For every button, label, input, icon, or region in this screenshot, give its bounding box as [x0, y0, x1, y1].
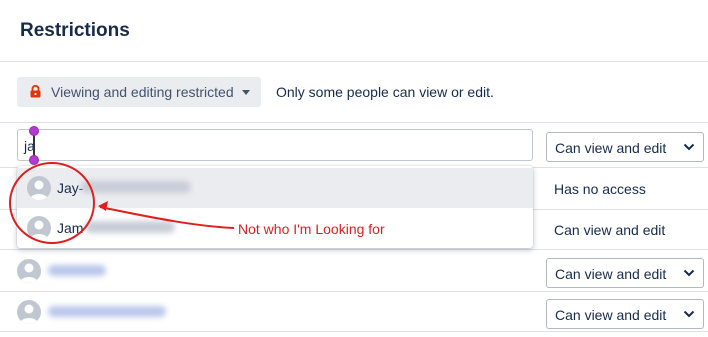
dialog-header: Restrictions — [0, 0, 708, 62]
annotation-label: Not who I'm Looking for — [238, 221, 385, 237]
user-avatar — [17, 259, 41, 283]
suggestion-name: Jam — [57, 220, 84, 236]
chevron-down-icon — [683, 143, 695, 151]
selection-handle-bottom[interactable] — [29, 155, 39, 165]
permission-select-value: Can view and edit — [555, 140, 667, 156]
permission-select-value: Can view and edit — [555, 266, 667, 282]
redacted-name-text — [85, 221, 175, 233]
restriction-description: Only some people can view or edit. — [276, 84, 494, 100]
redacted-user-name — [48, 306, 166, 317]
restriction-mode-dropdown[interactable]: Viewing and editing restricted — [17, 77, 261, 107]
row-divider — [0, 249, 708, 250]
user-avatar — [27, 216, 51, 240]
user-avatar — [17, 300, 41, 324]
redacted-user-name — [48, 265, 106, 276]
permission-select-new[interactable]: Can view and edit — [546, 132, 704, 162]
lock-icon — [30, 85, 41, 98]
permission-select[interactable]: Can view and edit — [546, 299, 704, 329]
chevron-down-icon — [683, 310, 695, 318]
access-level-text: Can view and edit — [554, 222, 666, 238]
access-level-text: Has no access — [554, 181, 646, 197]
redacted-name-text — [81, 181, 191, 193]
row-divider — [0, 331, 708, 332]
permission-select[interactable]: Can view and edit — [546, 258, 704, 288]
permission-select-value: Can view and edit — [555, 307, 667, 323]
row-divider — [0, 291, 708, 292]
restriction-mode-label: Viewing and editing restricted — [51, 84, 234, 100]
user-search-input[interactable]: ja — [17, 129, 533, 161]
chevron-down-icon — [683, 269, 695, 277]
page-title: Restrictions — [20, 20, 130, 41]
caret-down-icon — [242, 90, 250, 95]
suggestion-option[interactable]: Jay- — [17, 168, 533, 208]
user-avatar — [27, 176, 51, 200]
suggestion-name: Jay- — [57, 180, 84, 196]
section-divider — [0, 122, 708, 123]
selection-handle-top[interactable] — [29, 126, 39, 136]
